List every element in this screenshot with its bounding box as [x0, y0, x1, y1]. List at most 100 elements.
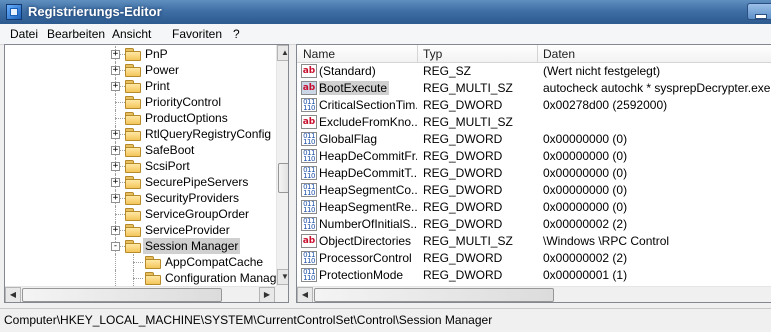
tree-item[interactable]: + SecurePipeServers — [5, 174, 275, 190]
value-name: ObjectDirectories — [319, 233, 417, 249]
tree-vscroll-thumb[interactable] — [278, 163, 288, 193]
menu-ansicht[interactable]: Ansicht — [112, 27, 151, 41]
registry-value-row[interactable]: ab BootExecute REG_MULTI_SZ autocheck autoc… — [297, 80, 771, 97]
tree-item[interactable]: Configuration Manager — [5, 270, 287, 286]
expand-node-icon[interactable]: + — [111, 162, 120, 171]
value-name-text: GlobalFlag — [319, 132, 378, 146]
column-divider[interactable] — [417, 45, 418, 62]
regedit-app-icon[interactable] — [6, 4, 22, 20]
registry-values-pane[interactable]: Name Typ Daten ab (Standard) REG_SZ (Wert n… — [296, 44, 771, 303]
column-header-name[interactable]: Name — [303, 47, 335, 61]
scroll-up-arrow-icon[interactable]: ▲ — [277, 45, 288, 61]
tree-item[interactable]: PriorityControl — [5, 94, 275, 110]
expand-node-icon[interactable]: + — [111, 130, 120, 139]
scrollbar-corner — [276, 286, 288, 302]
expand-node-icon[interactable]: + — [111, 82, 120, 91]
folder-icon — [125, 176, 141, 189]
tree-item[interactable]: ProductOptions — [5, 110, 275, 126]
tree-item[interactable]: - Session Manager — [5, 238, 275, 254]
tree-item[interactable]: + Print — [5, 78, 275, 94]
registry-value-row[interactable]: 011 110 CriticalSectionTim... REG_DWORD 0x0… — [297, 97, 771, 114]
expand-node-icon[interactable]: + — [111, 226, 120, 235]
tree-item[interactable]: ServiceGroupOrder — [5, 206, 275, 222]
tree-vertical-scrollbar[interactable]: ▲ ▼ — [276, 45, 288, 286]
folder-icon — [125, 96, 141, 109]
value-name-text: NumberOfInitialS... — [319, 217, 417, 231]
registry-value-row[interactable]: 011 110 HeapSegmentCo... REG_DWORD 0x000000… — [297, 182, 771, 199]
expand-node-icon[interactable]: + — [111, 194, 120, 203]
collapse-node-icon[interactable]: - — [111, 242, 120, 251]
tree-item-label: SafeBoot — [145, 143, 195, 157]
expand-node-icon[interactable]: + — [111, 146, 120, 155]
tree-item[interactable]: + SafeBoot — [5, 142, 275, 158]
list-horizontal-scrollbar[interactable]: ◀ — [297, 286, 771, 302]
tree-item-label: Session Manager — [143, 238, 241, 254]
registry-value-row[interactable]: 011 110 NumberOfInitialS... REG_DWORD 0x000… — [297, 216, 771, 233]
value-name: ProtectionMode — [319, 267, 417, 283]
menu-bar: Datei Bearbeiten Ansicht Favoriten ? — [0, 24, 771, 45]
menu-favoriten[interactable]: Favoriten — [172, 27, 222, 41]
tree-horizontal-scrollbar[interactable]: ◀ ▶ — [5, 286, 276, 302]
tree-hscroll-thumb[interactable] — [22, 288, 222, 302]
value-name-text: HeapDeCommitFr... — [319, 149, 417, 163]
folder-icon — [125, 64, 141, 77]
value-data: 0x00000000 (0) — [543, 183, 628, 197]
value-type: REG_DWORD — [423, 149, 503, 163]
registry-value-row[interactable]: 011 110 GlobalFlag REG_DWORD 0x00000000 (0) — [297, 131, 771, 148]
registry-value-row[interactable]: 011 110 ProtectionMode REG_DWORD 0x00000001… — [297, 267, 771, 284]
scroll-right-arrow-icon[interactable]: ▶ — [259, 287, 275, 302]
value-type: REG_DWORD — [423, 268, 503, 282]
scroll-left-arrow-icon[interactable]: ◀ — [5, 287, 21, 302]
registry-value-row[interactable]: 011 110 ProcessorControl REG_DWORD 0x000000… — [297, 250, 771, 267]
tree-item[interactable]: + ScsiPort — [5, 158, 275, 174]
value-data: 0x00000002 (2) — [543, 217, 628, 231]
tree-item-label: SecurityProviders — [145, 191, 240, 205]
tree-item[interactable]: + RtlQueryRegistryConfig — [5, 126, 275, 142]
tree-item-label: SecurePipeServers — [145, 175, 249, 189]
value-data: (Wert nicht festgelegt) — [543, 64, 661, 78]
value-type: REG_DWORD — [423, 251, 503, 265]
folder-icon — [125, 80, 141, 93]
title-bar[interactable]: Registrierungs-Editor — [0, 0, 771, 25]
scroll-left-arrow-icon[interactable]: ◀ — [297, 287, 313, 302]
column-header-data[interactable]: Daten — [543, 47, 575, 61]
registry-value-row[interactable]: 011 110 HeapDeCommitT... REG_DWORD 0x000000… — [297, 165, 771, 182]
expand-node-icon[interactable]: + — [111, 50, 120, 59]
scroll-down-arrow-icon[interactable]: ▼ — [277, 269, 288, 285]
tree-item[interactable]: + ServiceProvider — [5, 222, 275, 238]
value-name: ProcessorControl — [319, 250, 417, 266]
column-divider[interactable] — [537, 45, 538, 62]
tree-item[interactable]: + SecurityProviders — [5, 190, 275, 206]
value-name-text: ObjectDirectories — [319, 234, 412, 248]
binary-value-icon: 011 110 — [301, 132, 317, 146]
folder-icon — [125, 128, 141, 141]
tree-item-label: PnP — [145, 47, 168, 61]
expand-node-icon[interactable]: + — [111, 178, 120, 187]
status-bar: Computer\HKEY_LOCAL_MACHINE\SYSTEM\Curre… — [0, 308, 771, 332]
minimize-button[interactable] — [747, 3, 771, 20]
registry-value-row[interactable]: ab ExcludeFromKno... REG_MULTI_SZ — [297, 114, 771, 131]
binary-value-icon: 011 110 — [301, 251, 317, 265]
tree-item[interactable]: + PnP — [5, 46, 275, 62]
value-data: 0x00000000 (0) — [543, 149, 628, 163]
registry-value-row[interactable]: 011 110 HeapDeCommitFr... REG_DWORD 0x00000… — [297, 148, 771, 165]
registry-value-row[interactable]: ab (Standard) REG_SZ (Wert nicht festgelegt… — [297, 63, 771, 80]
menu-datei[interactable]: Datei — [10, 27, 38, 41]
registry-tree-pane[interactable]: + PnP + Power + Print PriorityControl ProductOp… — [4, 44, 289, 303]
value-name: HeapDeCommitT... — [319, 165, 417, 181]
tree-item-label: AppCompatCache — [165, 255, 264, 269]
expand-node-icon[interactable]: + — [111, 66, 120, 75]
tree-item[interactable]: AppCompatCache — [5, 254, 275, 270]
registry-value-row[interactable]: ab ObjectDirectories REG_MULTI_SZ \Windows … — [297, 233, 771, 250]
value-type: REG_MULTI_SZ — [423, 81, 513, 95]
column-header-type[interactable]: Typ — [423, 47, 442, 61]
menu-help[interactable]: ? — [233, 27, 240, 41]
registry-value-row[interactable]: 011 110 HeapSegmentRe... REG_DWORD 0x000000… — [297, 199, 771, 216]
tree-item[interactable]: + Power — [5, 62, 275, 78]
tree-item-label: ProductOptions — [145, 111, 228, 125]
menu-bearbeiten[interactable]: Bearbeiten — [47, 27, 105, 41]
binary-value-icon: 011 110 — [301, 268, 317, 282]
binary-value-icon: 011 110 — [301, 98, 317, 112]
window-title: Registrierungs-Editor — [28, 4, 162, 19]
list-hscroll-thumb[interactable] — [314, 288, 554, 302]
